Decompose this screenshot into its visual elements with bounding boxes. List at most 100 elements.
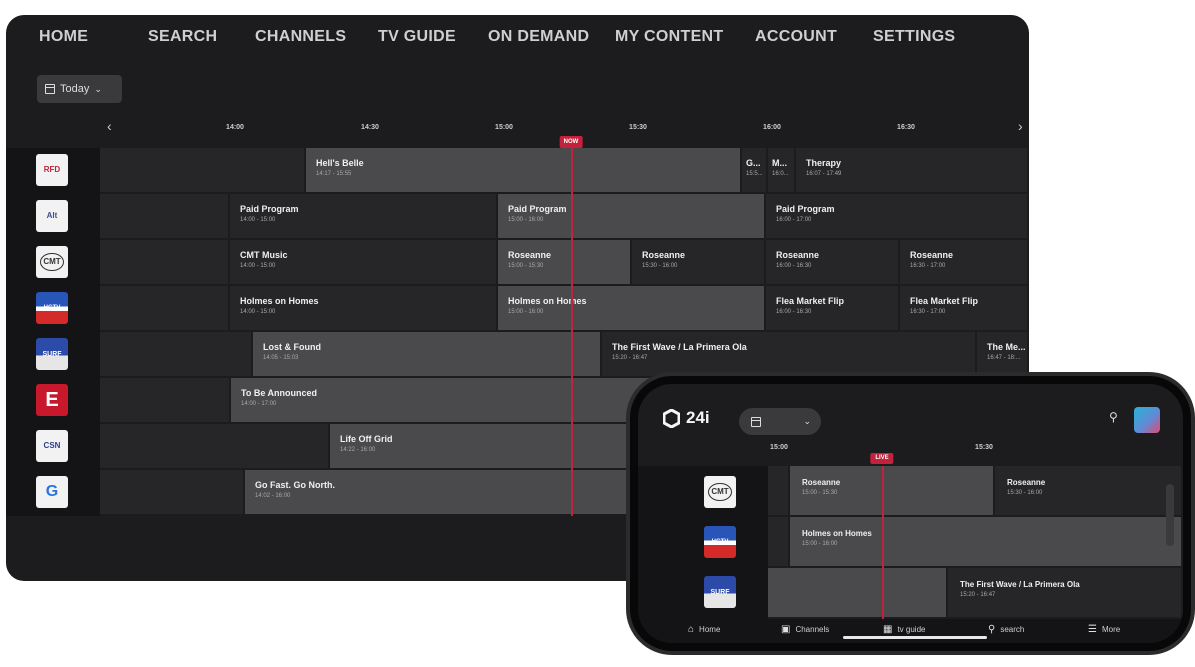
program-cell[interactable]: Roseanne 15:00 - 15:30 xyxy=(790,466,995,515)
channel-logo-column: CMT HGTV SURF xyxy=(638,466,768,619)
program-title: Roseanne xyxy=(776,250,820,260)
program-title: Lost & Found xyxy=(263,342,321,352)
program-time: 16:30 - 17:00 xyxy=(910,309,946,315)
brand-logo[interactable]: 24i xyxy=(663,408,710,428)
channel-logo-hgtv[interactable]: HGTV xyxy=(704,526,736,558)
channel-logo-csn[interactable]: CSN xyxy=(36,430,68,462)
program-cell[interactable]: M... 16:0... xyxy=(768,148,796,192)
time-tick: 16:00 xyxy=(763,124,781,131)
nav-on-demand[interactable]: ON DEMAND xyxy=(488,28,589,46)
program-cell-empty xyxy=(100,148,306,192)
program-cell[interactable]: Paid Program 15:00 - 16:00 xyxy=(498,194,766,238)
channel-logo-rfd[interactable]: RFD xyxy=(36,154,68,186)
program-title: Holmes on Homes xyxy=(240,296,319,306)
channel-logo-cmt[interactable]: CMT xyxy=(36,246,68,278)
channel-logo-text: CMT xyxy=(40,253,64,271)
channel-logo-g[interactable]: G xyxy=(36,476,68,508)
program-time: 15:00 - 16:00 xyxy=(508,217,544,223)
channel-logo-text: HGTV xyxy=(43,305,61,311)
program-time: 15:30 - 16:00 xyxy=(1007,490,1043,496)
tab-search[interactable]: ⚲ search xyxy=(988,624,1024,635)
nav-account[interactable]: ACCOUNT xyxy=(755,28,837,46)
program-title: Paid Program xyxy=(776,204,835,214)
program-time: 16:47 - 18:... xyxy=(987,355,1021,361)
channel-logo-e[interactable]: E xyxy=(36,384,68,416)
program-cell[interactable]: Holmes on Homes 15:00 - 16:00 xyxy=(790,517,1183,566)
tab-home[interactable]: ⌂ Home xyxy=(688,624,720,635)
chevron-down-icon: ⌄ xyxy=(803,416,811,426)
nav-channels[interactable]: CHANNELS xyxy=(255,28,346,46)
channel-logo-cmt[interactable]: CMT xyxy=(704,476,736,508)
program-cell[interactable]: CMT Music 14:00 - 15:00 xyxy=(230,240,498,284)
program-cell[interactable]: Lost & Found 14:05 - 15:03 xyxy=(253,332,602,376)
program-cell-empty xyxy=(100,194,230,238)
tab-channels[interactable]: ▣ Channels xyxy=(781,624,829,635)
top-navigation: HOME SEARCH CHANNELS TV GUIDE ON DEMAND … xyxy=(6,15,1029,61)
program-cell[interactable]: Roseanne 16:30 - 17:00 xyxy=(900,240,1029,284)
guide-icon: ▦ xyxy=(883,624,893,635)
program-cell-empty xyxy=(100,240,230,284)
channel-logo-alt[interactable]: Alt xyxy=(36,200,68,232)
tab-more[interactable]: ☰ More xyxy=(1088,624,1120,635)
time-tick: 15:00 xyxy=(495,124,513,131)
calendar-icon xyxy=(45,84,55,94)
menu-icon: ☰ xyxy=(1088,624,1097,635)
program-cell[interactable]: Therapy 16:07 - 17:49 xyxy=(796,148,1029,192)
channel-logo-text: SURF xyxy=(710,588,730,596)
date-selector[interactable]: ⌄ xyxy=(739,408,821,435)
program-cell[interactable]: Holmes on Homes 14:00 - 15:00 xyxy=(230,286,498,330)
program-cell[interactable]: Holmes on Homes 15:00 - 16:00 xyxy=(498,286,766,330)
timeline-prev-arrow[interactable]: ‹ xyxy=(107,118,112,134)
time-tick: 16:30 xyxy=(897,124,915,131)
tab-label: More xyxy=(1101,625,1121,634)
program-cell[interactable]: Hell's Belle 14:17 - 15:55 xyxy=(306,148,742,192)
nav-my-content[interactable]: MY CONTENT xyxy=(615,28,723,46)
program-cell[interactable]: Roseanne 15:30 - 16:00 xyxy=(995,466,1183,515)
program-cell[interactable]: Paid Program 16:00 - 17:00 xyxy=(766,194,1029,238)
program-title: Flea Market Flip xyxy=(910,296,979,306)
program-cell[interactable]: The First Wave / La Primera Ola 15:20 - … xyxy=(602,332,977,376)
program-cell-empty xyxy=(100,470,245,514)
program-cell[interactable]: Roseanne 15:00 - 15:30 xyxy=(498,240,632,284)
avatar[interactable] xyxy=(1134,407,1160,433)
timeline-next-arrow[interactable]: › xyxy=(1018,118,1023,134)
bottom-tab-bar: ⌂ Home ▣ Channels ▦ tv guide ⚲ search ☰ xyxy=(638,619,1183,643)
program-title: Roseanne xyxy=(802,478,841,487)
program-cell[interactable]: Flea Market Flip 16:30 - 17:00 xyxy=(900,286,1029,330)
program-cell[interactable]: The First Wave / La Primera Ola 15:20 - … xyxy=(948,568,1183,617)
program-title: Flea Market Flip xyxy=(776,296,845,306)
nav-tv-guide[interactable]: TV GUIDE xyxy=(378,28,456,46)
channel-logo-surf[interactable]: SURF xyxy=(704,576,736,608)
program-cell-empty xyxy=(768,466,790,515)
program-cell[interactable]: The Me... 16:47 - 18:... xyxy=(977,332,1029,376)
tab-label: Channels xyxy=(795,625,830,634)
channel-logo-hgtv[interactable]: HGTV xyxy=(36,292,68,324)
nav-home[interactable]: HOME xyxy=(39,28,88,46)
program-time: 14:00 - 15:00 xyxy=(240,309,276,315)
program-cell[interactable]: Flea Market Flip 16:00 - 16:30 xyxy=(766,286,900,330)
program-cell[interactable]: G... 15:5... xyxy=(742,148,768,192)
search-icon[interactable]: ⚲ xyxy=(1109,410,1118,424)
program-title: G... xyxy=(746,158,761,168)
channel-logo-surf[interactable]: SURF xyxy=(36,338,68,370)
epg-grid: Roseanne 15:00 - 15:30 Roseanne 15:30 - … xyxy=(768,466,1183,619)
program-cell-empty xyxy=(100,378,231,422)
program-cell-empty xyxy=(768,517,790,566)
nav-search[interactable]: SEARCH xyxy=(148,28,217,46)
channel-logo-text: G xyxy=(45,483,59,500)
tab-tv-guide[interactable]: ▦ tv guide xyxy=(883,624,925,635)
program-cell[interactable]: Paid Program 14:00 - 15:00 xyxy=(230,194,498,238)
program-title: Roseanne xyxy=(508,250,552,260)
program-cell[interactable]: Roseanne 15:30 - 16:00 xyxy=(632,240,766,284)
date-selector[interactable]: Today ⌄ xyxy=(37,75,122,103)
time-tick: 15:30 xyxy=(975,444,993,451)
program-title: Roseanne xyxy=(642,250,686,260)
phone-app-screen: 24i ⌄ ⚲ 15:00 15:30 LIVE CMT HGTV SURF R… xyxy=(638,384,1183,643)
program-title: Roseanne xyxy=(910,250,954,260)
scrollbar[interactable] xyxy=(1166,484,1174,546)
program-cell[interactable]: Roseanne 16:00 - 16:30 xyxy=(766,240,900,284)
phone-device: 24i ⌄ ⚲ 15:00 15:30 LIVE CMT HGTV SURF R… xyxy=(626,372,1195,655)
nav-settings[interactable]: SETTINGS xyxy=(873,28,955,46)
program-title: Holmes on Homes xyxy=(508,296,587,306)
program-time: 15:20 - 16:47 xyxy=(612,355,648,361)
